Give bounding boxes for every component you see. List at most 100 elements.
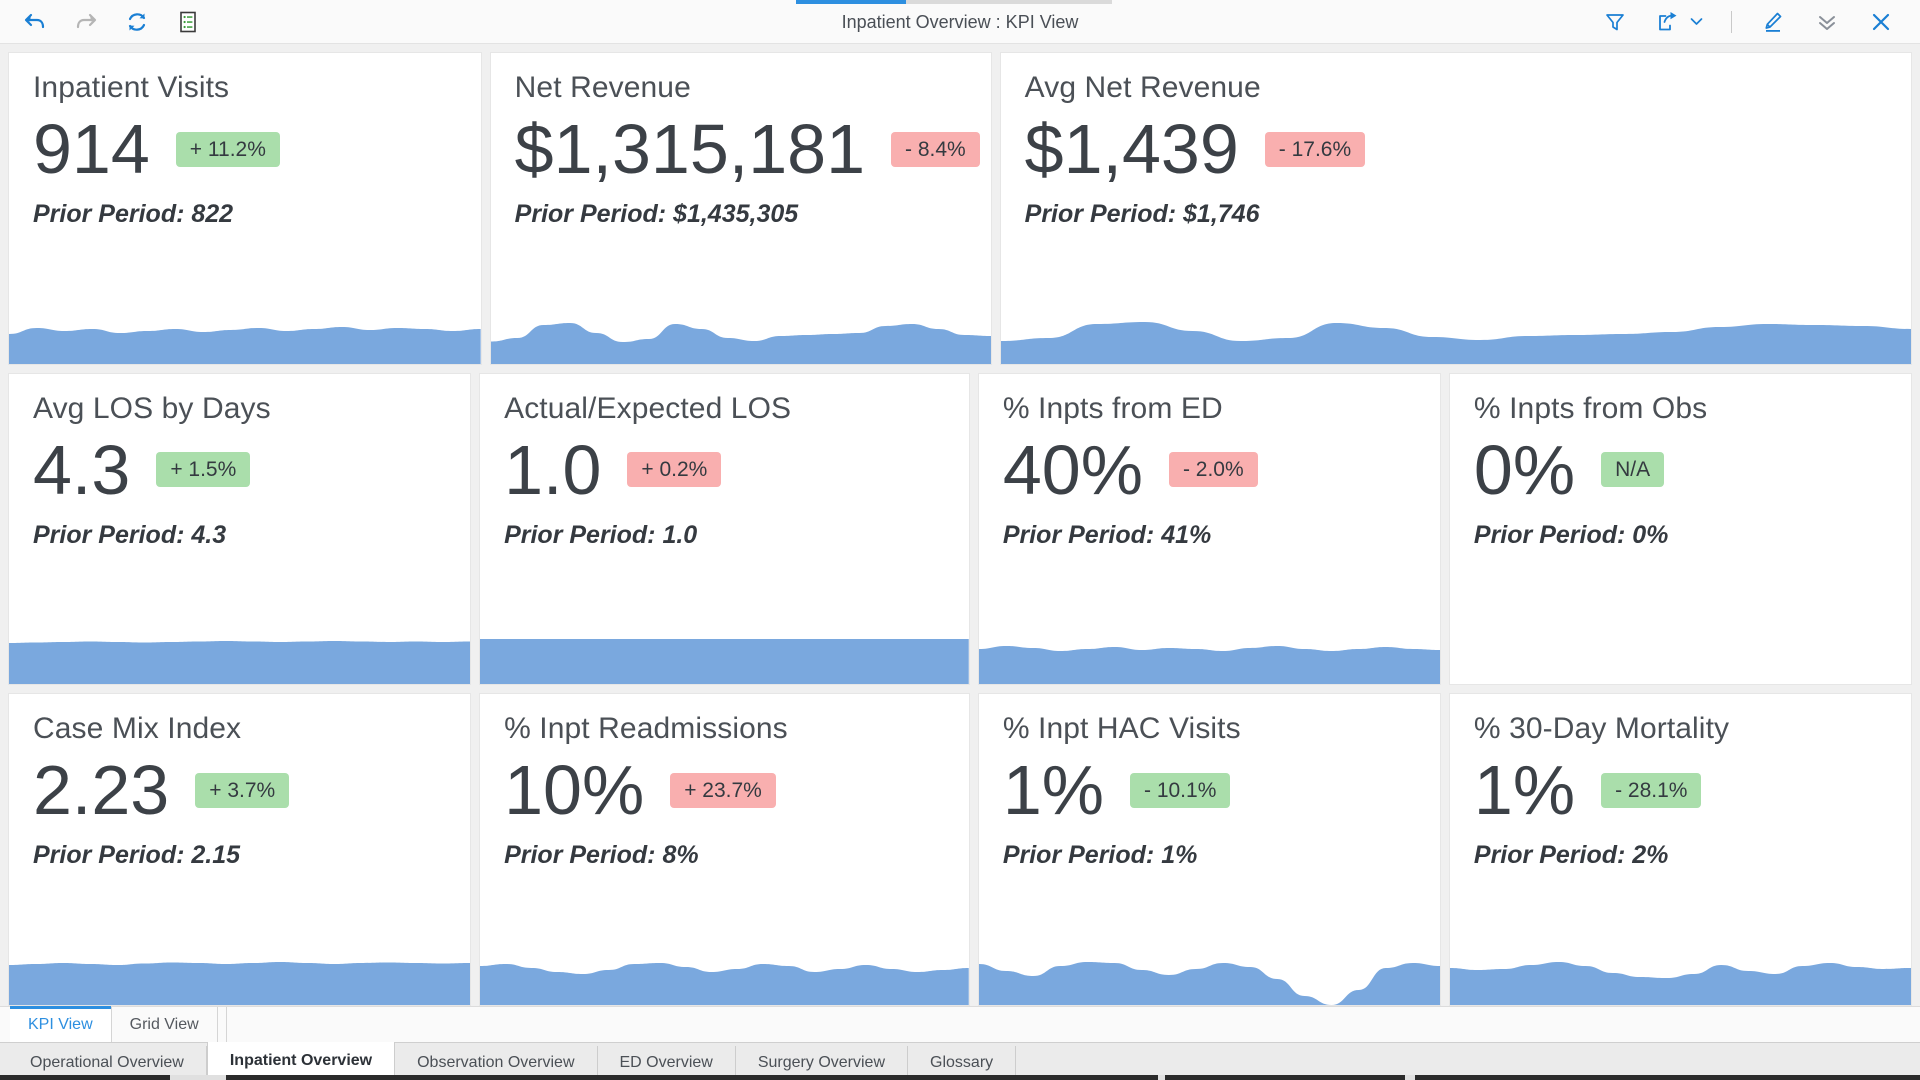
kpi-card-value: $1,439 [1024,110,1239,188]
kpi-prior-period: Prior Period: 822 [33,200,234,228]
kpi-row: Avg LOS by Days 4.3 + 1.5% Prior Period: 4.… [8,372,1912,686]
kpi-card-body: Net Revenue $1,315,181 - 8.4% Prior Period:… [491,53,991,364]
kpi-prior-period: Prior Period: 1% [1002,841,1198,870]
kpi-card-title: % Inpts from ED [1002,391,1223,425]
kpi-card-body: Avg LOS by Days 4.3 + 1.5% Prior Period: 4.… [9,374,470,685]
kpi-card-title: % Inpt HAC Visits [1002,712,1241,746]
kpi-card-pct-inpts-from-obs[interactable]: % Inpts from Obs 0% N/A Prior Period: 0% [1448,372,1912,686]
kpi-card-title: Actual/Expected LOS [504,391,792,425]
toolbar-divider [1731,10,1732,33]
view-tab-spacer [218,1007,227,1042]
kpi-card-grid: Inpatient Visits 914 + 11.2% Prior Period: … [0,44,1920,1006]
filter-icon[interactable] [1602,9,1628,35]
toolbar-right-group [1602,9,1920,35]
kpi-value-row: 0% N/A [1474,435,1887,505]
kpi-card-pct-inpts-from-ed[interactable]: % Inpts from ED 40% - 2.0% Prior Period: 41… [977,372,1441,686]
refresh-icon[interactable] [124,9,150,35]
kpi-change-badge: - 8.4% [891,131,980,167]
top-toolbar: Inpatient Overview : KPI View [0,0,1920,44]
kpi-card-body: % 30-Day Mortality 1% - 28.1% Prior Period:… [1450,694,1911,1005]
kpi-change-badge: + 0.2% [627,452,722,488]
collapse-icon[interactable] [1814,9,1840,35]
kpi-value-row: 4.3 + 1.5% [33,435,446,505]
kpi-card-body: Inpatient Visits 914 + 11.2% Prior Period: … [9,53,481,364]
scrollbar-thumb-3[interactable] [1165,1075,1405,1080]
kpi-card-body: Actual/Expected LOS 1.0 + 0.2% Prior Period… [480,374,969,685]
kpi-change-badge: - 2.0% [1168,452,1258,488]
kpi-value-row: 2.23 + 3.7% [33,755,446,825]
kpi-change-badge: + 23.7% [670,772,776,808]
kpi-card-title: % 30-Day Mortality [1473,712,1730,746]
kpi-card-actual-expected-los[interactable]: Actual/Expected LOS 1.0 + 0.2% Prior Period… [479,372,970,686]
kpi-row: Case Mix Index 2.23 + 3.7% Prior Period: 2.… [8,693,1912,1006]
kpi-change-badge: + 11.2% [175,131,280,167]
kpi-card-pct-30-day-mortality[interactable]: % 30-Day Mortality 1% - 28.1% Prior Period:… [1448,693,1912,1006]
scrollbar-thumb-1[interactable] [0,1075,170,1080]
kpi-value-row: 1% - 28.1% [1474,755,1887,825]
kpi-card-avg-net-revenue[interactable]: Avg Net Revenue $1,439- 17.6% Prior Period… [999,52,1912,365]
kpi-card-value: 914 [33,110,150,188]
kpi-value-row: 914 + 11.2% [33,114,457,184]
kpi-card-value: 4.3 [33,430,131,509]
kpi-change-badge: + 3.7% [195,772,290,808]
kpi-change-badge: N/A [1601,452,1665,488]
export-button[interactable] [1656,9,1703,35]
kpi-value-row: 1.0 + 0.2% [504,435,945,505]
undo-icon[interactable] [22,9,48,35]
kpi-card-body: % Inpt HAC Visits 1% - 10.1% Prior Period: … [979,694,1440,1005]
kpi-value-row: 40% - 2.0% [1003,435,1416,505]
kpi-card-body: % Inpts from ED 40% - 2.0% Prior Period: 41… [979,374,1440,685]
kpi-card-value: 40% [1002,430,1143,509]
horizontal-scrollbar[interactable] [0,1075,1920,1080]
sheet-tab-bar: Operational Overview Inpatient Overview Ob… [0,1042,1920,1080]
kpi-prior-period: Prior Period: 2.15 [33,841,241,870]
kpi-card-body: Avg Net Revenue $1,439- 17.6% Prior Period… [1001,53,1911,364]
chevron-down-icon[interactable] [1670,14,1703,29]
kpi-prior-period: Prior Period: 41% [1002,520,1212,549]
toolbar-left-group [0,9,201,35]
scrollbar-thumb-2[interactable] [226,1075,1158,1080]
kpi-prior-period: Prior Period: $1,435,305 [514,200,799,228]
redo-icon [73,9,99,35]
kpi-card-title: % Inpt Readmissions [504,712,788,746]
kpi-dashboard-window: Inpatient Overview : KPI View Inpatient … [0,0,1920,1080]
kpi-card-title: Net Revenue [514,71,691,104]
view-tab-kpi-view[interactable]: KPI View [10,1006,112,1042]
kpi-prior-period: Prior Period: 2% [1473,841,1669,870]
view-progress-indicator [796,0,906,4]
kpi-value-row: 1% - 10.1% [1003,755,1416,825]
kpi-row: Inpatient Visits 914 + 11.2% Prior Period: … [8,52,1912,365]
view-progress-track [906,0,1112,4]
kpi-card-pct-inpt-readmissions[interactable]: % Inpt Readmissions 10% + 23.7% Prior Perio… [479,693,970,1006]
kpi-card-body: % Inpt Readmissions 10% + 23.7% Prior Perio… [480,694,969,1005]
kpi-prior-period: Prior Period: 8% [504,841,699,870]
kpi-change-badge: - 10.1% [1130,772,1231,808]
kpi-card-value: 10% [504,751,645,830]
kpi-card-title: Case Mix Index [33,712,242,746]
kpi-card-pct-inpt-hac-visits[interactable]: % Inpt HAC Visits 1% - 10.1% Prior Period: … [977,693,1441,1006]
close-icon[interactable] [1868,9,1894,35]
kpi-card-value: 1% [1473,751,1576,830]
kpi-card-value: 1% [1002,751,1104,830]
kpi-prior-period: Prior Period: $1,746 [1024,200,1260,228]
scrollbar-thumb-4[interactable] [1415,1075,1920,1080]
view-tab-grid-view[interactable]: Grid View [112,1007,218,1042]
view-tab-bar: KPI View Grid View [0,1006,1920,1042]
kpi-prior-period: Prior Period: 0% [1473,520,1669,549]
kpi-card-value: 1.0 [504,430,602,509]
kpi-card-body: Case Mix Index 2.23 + 3.7% Prior Period: 2.… [9,694,470,1005]
kpi-card-case-mix-index[interactable]: Case Mix Index 2.23 + 3.7% Prior Period: 2.… [8,693,472,1006]
kpi-value-row: $1,315,181 - 8.4% [514,110,980,188]
kpi-card-value: 2.23 [33,751,170,830]
kpi-card-avg-los-by-days[interactable]: Avg LOS by Days 4.3 + 1.5% Prior Period: 4.… [8,372,472,686]
kpi-card-title: % Inpts from Obs [1473,391,1708,425]
kpi-value-row: 10% + 23.7% [504,755,945,825]
edit-icon[interactable] [1760,9,1786,35]
kpi-card-inpatient-visits[interactable]: Inpatient Visits 914 + 11.2% Prior Period: … [8,52,482,365]
kpi-card-value: $1,315,181 [514,110,866,188]
kpi-card-net-revenue[interactable]: Net Revenue $1,315,181 - 8.4% Prior Period:… [489,52,992,365]
kpi-prior-period: Prior Period: 1.0 [504,520,698,549]
kpi-change-badge: + 1.5% [156,452,251,488]
kpi-change-badge: - 17.6% [1264,131,1366,167]
list-view-icon[interactable] [175,9,201,35]
